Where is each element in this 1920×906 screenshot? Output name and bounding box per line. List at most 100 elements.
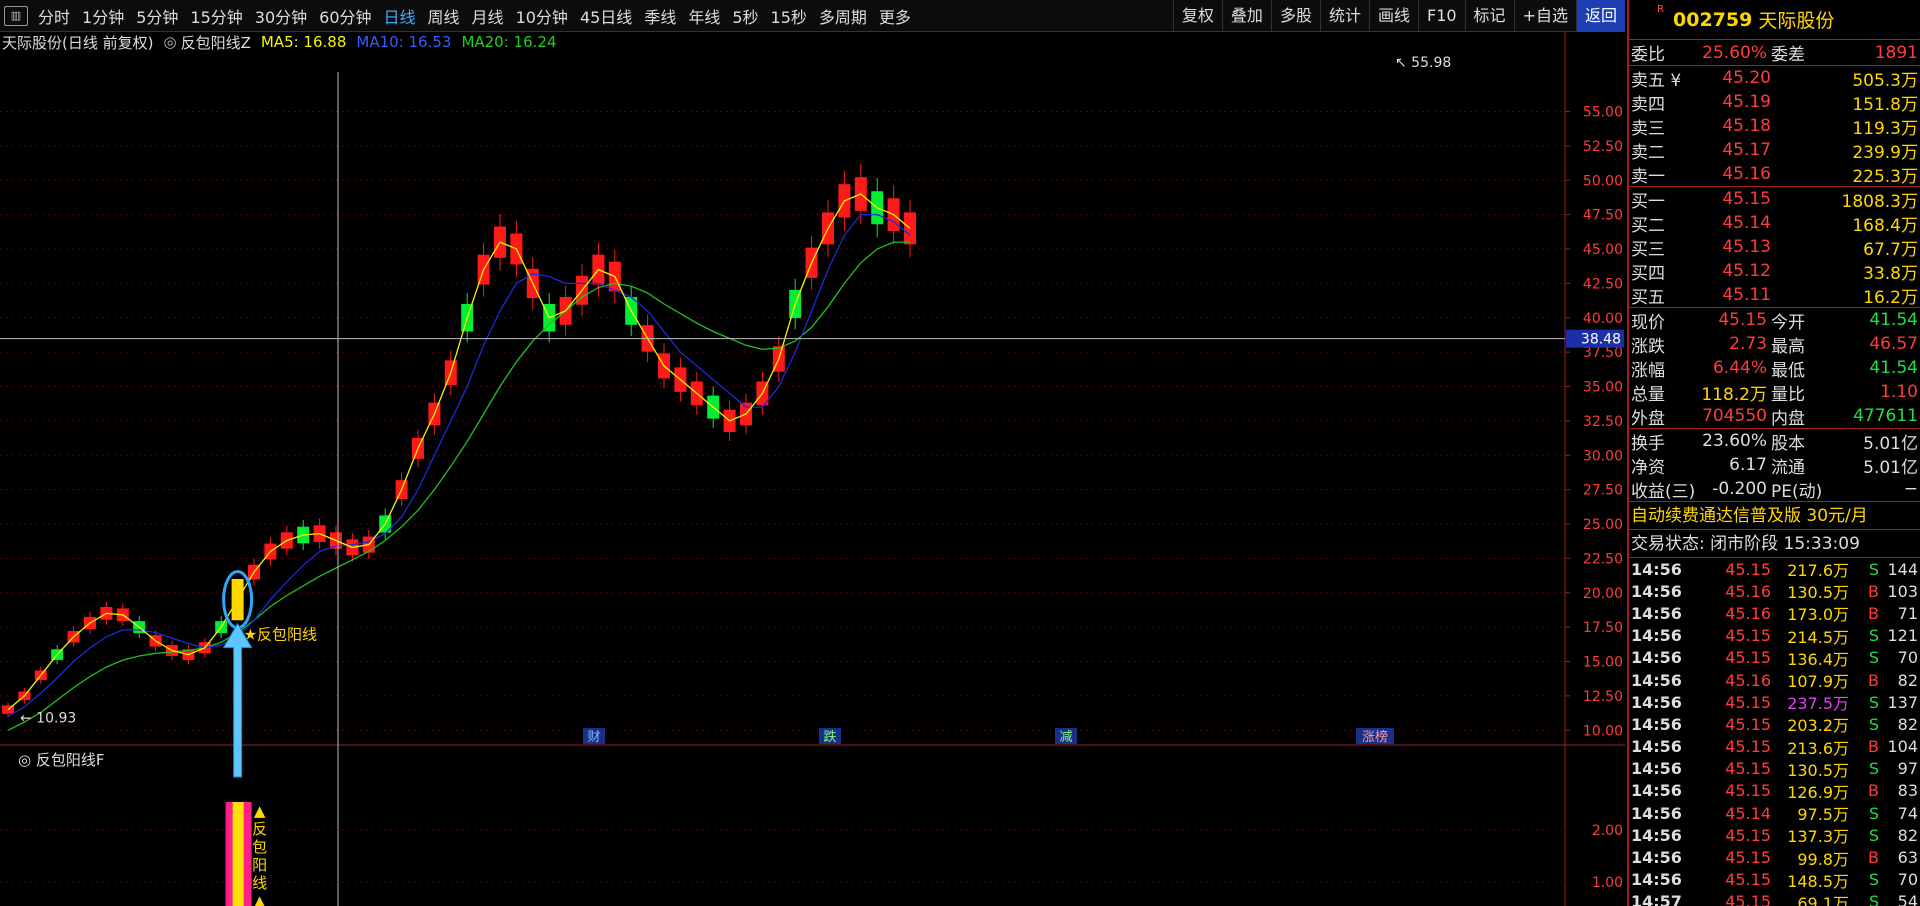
- tick-side: S: [1868, 870, 1879, 890]
- tick-time: 14:56: [1631, 692, 1682, 712]
- stock-title: 天际股份(日线 前复权): [2, 33, 154, 52]
- period-tab[interactable]: 周线: [422, 4, 466, 28]
- stat-value: 2.73: [1729, 334, 1767, 354]
- period-tab[interactable]: 15分钟: [184, 4, 248, 28]
- period-tab[interactable]: 10分钟: [510, 4, 574, 28]
- tick-row: 14:56 45.15 214.5万 S 121: [1629, 625, 1920, 647]
- period-tab[interactable]: 季线: [638, 4, 682, 28]
- ask-row: 卖二 45.17 239.9万: [1629, 138, 1920, 163]
- period-tab[interactable]: 60分钟: [313, 4, 377, 28]
- ask-volume: 505.3万: [1852, 70, 1918, 91]
- period-tab[interactable]: 15秒: [765, 4, 813, 28]
- ma10-line: [7, 213, 911, 718]
- tick-time: 14:56: [1631, 848, 1682, 868]
- tick-row: 14:56 45.15 136.4万 S 70: [1629, 647, 1920, 669]
- tool-button[interactable]: 返回: [1575, 0, 1625, 32]
- tick-time: 14:56: [1631, 737, 1682, 757]
- ask-label: 卖四: [1631, 94, 1665, 115]
- tick-volume: 213.6万: [1787, 738, 1849, 758]
- bid-price: 45.13: [1722, 237, 1771, 257]
- stock-title-bar: R 002759 天际股份: [1629, 0, 1920, 40]
- tool-button[interactable]: 标记: [1464, 0, 1514, 32]
- y-tick-label: 25.00: [1583, 517, 1623, 533]
- tool-button[interactable]: +自选: [1513, 0, 1576, 32]
- tick-time: 14:56: [1631, 626, 1682, 646]
- stat-label: 量比: [1771, 384, 1805, 405]
- bid-price: 45.14: [1722, 213, 1771, 233]
- stat-value: 477611: [1853, 406, 1918, 426]
- tick-volume: 69.1万: [1797, 893, 1849, 906]
- bid-label: 买三: [1631, 239, 1665, 260]
- main-chart[interactable]: 10.00 12.50 15.00 17.50 20.00 22.50 25.00 27.50…: [0, 32, 1625, 906]
- crosshair-price-label: 38.48: [1581, 332, 1621, 348]
- tool-button[interactable]: 复权: [1172, 0, 1222, 32]
- period-tab[interactable]: 多周期: [813, 4, 873, 28]
- tick-volume: 203.2万: [1787, 716, 1849, 736]
- stock-name: 天际股份: [1758, 10, 1835, 32]
- period-tab[interactable]: 5秒: [726, 4, 764, 28]
- period-tab[interactable]: 1分钟: [76, 4, 130, 28]
- tick-time: 14:56: [1631, 759, 1682, 779]
- y-tick-label: 35.00: [1583, 380, 1623, 396]
- stat-row: 总量 118.2万 量比 1.10: [1629, 380, 1920, 405]
- y-tick-label: 52.50: [1583, 139, 1623, 155]
- tick-list[interactable]: 14:56 45.15 217.6万 S 144 14:56 45.16 130.5万 B 103…: [1629, 558, 1920, 906]
- period-tab[interactable]: 5分钟: [130, 4, 184, 28]
- bid-row: 买一 45.15 1808.3万: [1629, 187, 1920, 212]
- tick-volume: 126.9万: [1787, 782, 1849, 802]
- period-tab[interactable]: 月线: [466, 4, 510, 28]
- period-tab[interactable]: 更多: [873, 4, 917, 28]
- tool-button[interactable]: 统计: [1319, 0, 1369, 32]
- fundamental-row: 换手 23.60% 股本 5.01亿: [1629, 429, 1920, 454]
- ma5-label: MA5: 16.88: [260, 33, 347, 51]
- signal-text-char: ▲: [254, 892, 266, 906]
- bid-price: 45.15: [1722, 189, 1771, 209]
- indicator-name[interactable]: 反包阳线Z: [181, 32, 251, 53]
- tool-button[interactable]: 画线: [1368, 0, 1418, 32]
- ask-label: 卖二: [1631, 142, 1665, 163]
- low-price-label: ← 10.93: [20, 710, 76, 726]
- y-tick-label: 10.00: [1583, 723, 1623, 739]
- ma20-line: [7, 241, 910, 731]
- tick-price: 45.16: [1725, 670, 1771, 690]
- signal-label: ★反包阳线: [244, 626, 317, 644]
- period-tab[interactable]: 日线: [378, 4, 422, 28]
- weicha-value: 1891: [1874, 42, 1918, 63]
- stat-label: 收益(三): [1631, 481, 1696, 502]
- promo-banner[interactable]: 自动续费通达信普及版 30元/月: [1629, 502, 1920, 530]
- ask-volume: 225.3万: [1852, 166, 1918, 187]
- layout-icon[interactable]: ▥: [4, 5, 28, 26]
- stat-row: 涨跌 2.73 最高 46.57: [1629, 332, 1920, 357]
- y-tick-label: 27.50: [1583, 483, 1623, 499]
- signal-candle: [231, 579, 244, 621]
- period-tab[interactable]: 30分钟: [249, 4, 313, 28]
- stat-value: 46.57: [1869, 334, 1918, 354]
- y-tick-label: 50.00: [1583, 173, 1623, 189]
- tick-count: 83: [1897, 781, 1918, 801]
- ask-row: 卖四 45.19 151.8万: [1629, 90, 1920, 115]
- tick-time: 14:57: [1631, 892, 1682, 906]
- event-tag: 涨榜: [1362, 729, 1388, 745]
- y-tick-label: 42.50: [1583, 276, 1623, 292]
- candlestick-chart[interactable]: 10.00 12.50 15.00 17.50 20.00 22.50 25.00 27.50…: [0, 32, 1625, 906]
- period-tab[interactable]: 分时: [32, 4, 76, 28]
- tool-buttons: 复权 叠加 多股 统计 画线 F10 标记 +自选 返回: [1172, 0, 1625, 32]
- period-tab[interactable]: 年线: [682, 4, 726, 28]
- y-tick-label: 32.50: [1583, 414, 1623, 430]
- stat-value: 5.01亿: [1863, 457, 1918, 478]
- stat-row: 现价 45.15 今开 41.54: [1629, 308, 1920, 333]
- trade-status: 交易状态: 闭市阶段 15:33:09: [1629, 530, 1920, 558]
- period-tab[interactable]: 45日线: [574, 4, 638, 28]
- tick-time: 14:56: [1631, 781, 1682, 801]
- tick-time: 14:56: [1631, 559, 1682, 579]
- indicator-toggle-icon[interactable]: ◎: [163, 33, 176, 51]
- tool-button[interactable]: 多股: [1270, 0, 1320, 32]
- tool-button[interactable]: F10: [1417, 0, 1465, 32]
- period-toolbar: ▥ 分时 1分钟 5分钟 15分钟 30分钟 60分钟 日线 周线 月线 10分钟 45日线 季线 年线…: [0, 0, 1625, 32]
- tool-button[interactable]: 叠加: [1221, 0, 1271, 32]
- tick-time: 14:56: [1631, 581, 1682, 601]
- tick-side: B: [1868, 581, 1879, 601]
- stat-value: 6.17: [1729, 455, 1767, 475]
- signal-text-char: ▲: [254, 802, 266, 820]
- bid-price: 45.12: [1722, 261, 1771, 281]
